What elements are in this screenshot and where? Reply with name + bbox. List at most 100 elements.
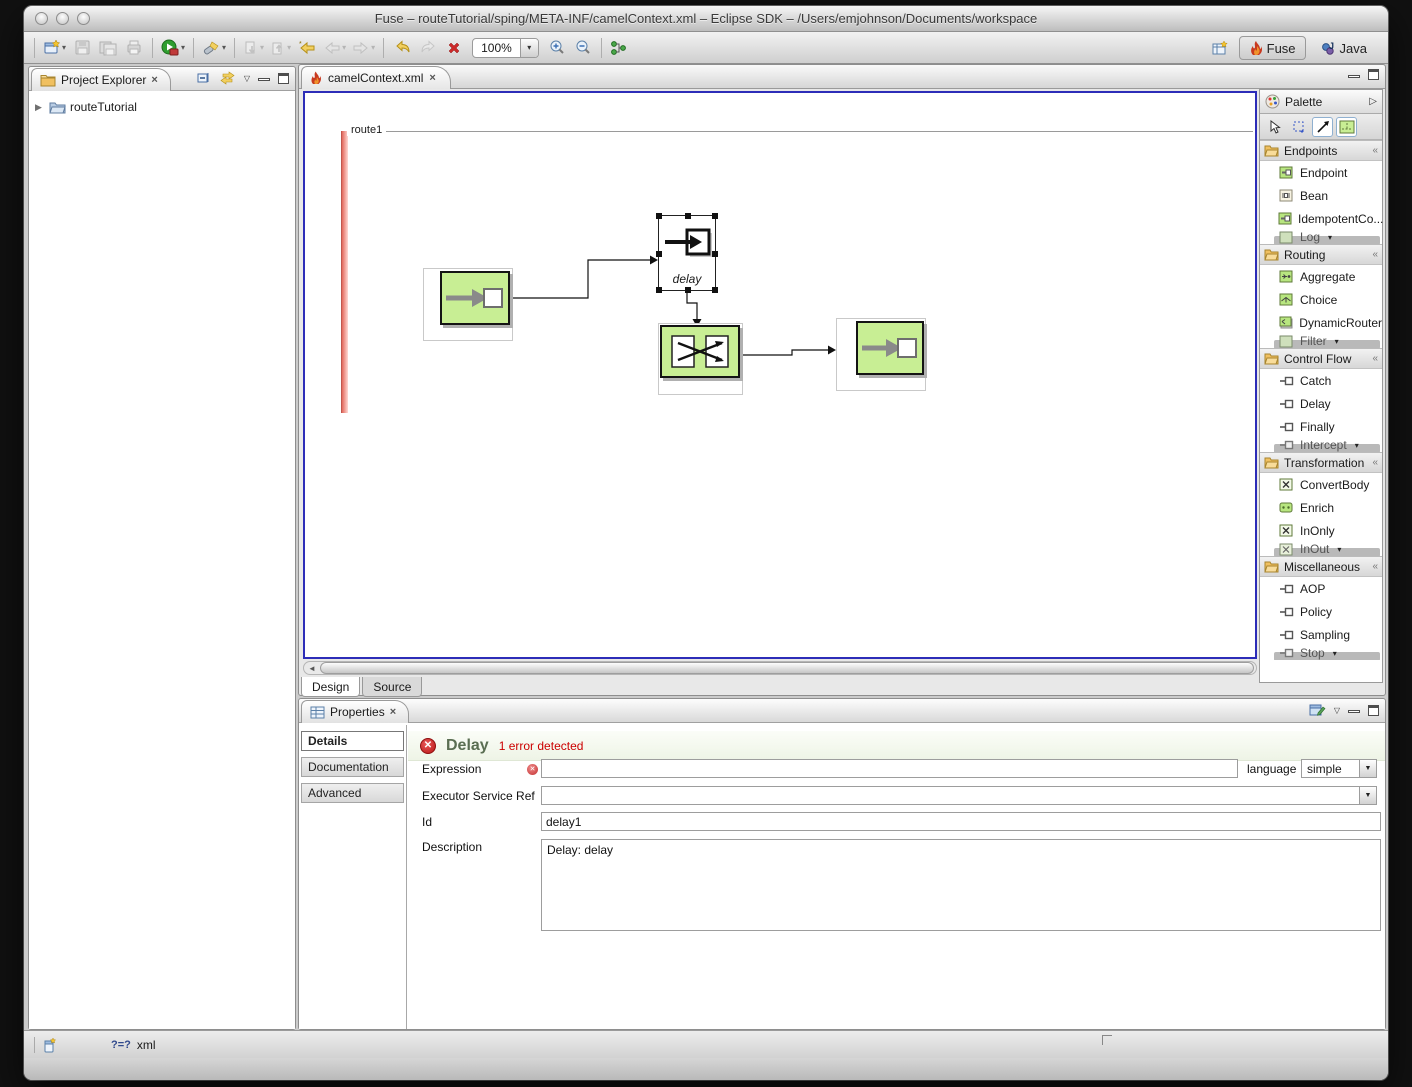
palette-section-transformation[interactable]: Transformation « [1260, 452, 1382, 473]
collapse-section-icon[interactable]: « [1372, 145, 1378, 156]
close-icon[interactable]: × [429, 72, 435, 84]
id-input[interactable] [541, 812, 1381, 831]
palette-item-finally[interactable]: Finally [1260, 415, 1382, 438]
canvas-horizontal-scrollbar[interactable]: ◄ [303, 661, 1257, 675]
close-icon[interactable]: × [390, 706, 396, 718]
tab-details[interactable]: Details [301, 731, 404, 751]
selection-handle[interactable] [656, 287, 662, 293]
palette-item-aop[interactable]: AOP [1260, 577, 1382, 600]
zoom-level-combo[interactable]: 100% ▾ [472, 37, 539, 58]
selection-handle[interactable] [656, 213, 662, 219]
delay-node[interactable]: delay [656, 213, 718, 293]
palette-item-sampling[interactable]: Sampling [1260, 623, 1382, 646]
selection-handle[interactable] [685, 213, 691, 219]
next-annotation-dropdown[interactable]: ▾ [260, 43, 264, 52]
palette-item-bean[interactable]: Bean [1260, 184, 1382, 207]
collapse-section-icon[interactable]: « [1372, 353, 1378, 364]
marquee-tool-button[interactable] [1288, 117, 1309, 137]
palette-header[interactable]: Palette ▷ [1260, 90, 1382, 114]
print-button[interactable] [122, 36, 146, 60]
palette-item-aggregate[interactable]: Aggregate [1260, 265, 1382, 288]
tab-design[interactable]: Design [301, 677, 361, 697]
maximize-view-icon[interactable] [1368, 704, 1379, 716]
palette-item-enrich[interactable]: Enrich [1260, 496, 1382, 519]
palette-item-stop[interactable]: Stop ▾ [1260, 646, 1382, 660]
search-dropdown[interactable]: ▾ [222, 43, 226, 52]
executor-combo[interactable]: ▼ [541, 786, 1377, 805]
properties-tab[interactable]: Properties × [301, 700, 410, 723]
scroll-down-icon[interactable]: ▾ [1328, 233, 1332, 242]
delete-button[interactable] [442, 36, 466, 60]
route-editor-button[interactable] [608, 36, 632, 60]
forward-button[interactable]: ▾ [350, 36, 377, 60]
palette-item-inout[interactable]: InOut ▾ [1260, 542, 1382, 556]
route-canvas[interactable]: route1 delay [303, 91, 1257, 659]
run-dropdown[interactable]: ▾ [181, 43, 185, 52]
search-button[interactable]: ▾ [200, 36, 228, 60]
palette-item-policy[interactable]: Policy [1260, 600, 1382, 623]
new-wizard-dropdown[interactable]: ▾ [62, 43, 66, 52]
project-explorer-tab[interactable]: Project Explorer × [31, 68, 171, 91]
previous-annotation-button[interactable]: ▾ [268, 36, 293, 60]
view-menu-icon[interactable]: ▽ [244, 74, 250, 83]
editor-tab-camelcontext[interactable]: camelContext.xml × [301, 66, 451, 89]
minimize-editor-icon[interactable] [1348, 74, 1360, 78]
palette-pin-icon[interactable]: ▷ [1369, 96, 1377, 107]
save-button[interactable] [70, 36, 94, 60]
zoom-out-button[interactable] [571, 36, 595, 60]
palette-section-miscellaneous[interactable]: Miscellaneous « [1260, 556, 1382, 577]
palette-item-idempotentconsumer[interactable]: IdempotentCo... [1260, 207, 1383, 230]
scroll-down-icon[interactable]: ▾ [1355, 441, 1359, 450]
collapse-section-icon[interactable]: « [1372, 249, 1378, 260]
fast-view-icon[interactable] [43, 1037, 57, 1053]
selection-handle[interactable] [712, 251, 718, 257]
back-dropdown[interactable]: ▾ [342, 43, 346, 52]
previous-annotation-dropdown[interactable]: ▾ [287, 43, 291, 52]
tab-documentation[interactable]: Documentation [301, 757, 404, 777]
view-menu-icon[interactable]: ▽ [1334, 706, 1340, 715]
save-all-button[interactable] [96, 36, 120, 60]
palette-item-catch[interactable]: Catch [1260, 369, 1382, 392]
connection-tool-button[interactable] [1312, 116, 1333, 137]
palette-item-convertbody[interactable]: ConvertBody [1260, 473, 1382, 496]
selection-handle[interactable] [685, 287, 691, 293]
endpoint-start-node[interactable] [440, 271, 510, 325]
maximize-view-icon[interactable] [278, 72, 289, 84]
tree-item-routeTutorial[interactable]: ▶ routeTutorial [35, 97, 295, 117]
new-wizard-button[interactable]: ▾ [41, 36, 68, 60]
chevron-down-icon[interactable]: ▼ [1359, 760, 1376, 777]
scroll-down-icon[interactable]: ▾ [1335, 337, 1339, 346]
scroll-left-icon[interactable]: ◄ [304, 664, 320, 673]
palette-item-filter[interactable]: Filter ▾ [1260, 334, 1382, 348]
tab-source[interactable]: Source [362, 677, 423, 697]
close-icon[interactable]: × [151, 74, 157, 86]
scroll-down-icon[interactable]: ▾ [1333, 649, 1337, 658]
open-perspective-button[interactable] [1209, 36, 1233, 60]
palette-section-routing[interactable]: Routing « [1260, 244, 1382, 265]
exchange-node[interactable] [660, 325, 740, 378]
palette-section-control-flow[interactable]: Control Flow « [1260, 348, 1382, 369]
back-button[interactable]: ▾ [321, 36, 348, 60]
scroll-down-icon[interactable]: ▾ [1337, 545, 1341, 554]
selection-handle[interactable] [656, 251, 662, 257]
zoom-level-dropdown[interactable]: ▾ [519, 38, 538, 57]
collapse-all-icon[interactable] [196, 71, 211, 85]
collapse-section-icon[interactable]: « [1372, 561, 1378, 572]
selection-handle[interactable] [712, 213, 718, 219]
last-edit-location-button[interactable]: * [295, 36, 319, 60]
expand-arrow-icon[interactable]: ▶ [35, 102, 45, 113]
selection-handle[interactable] [712, 287, 718, 293]
minimize-view-icon[interactable] [258, 78, 270, 81]
container-tool-button[interactable] [1336, 116, 1357, 137]
expression-input[interactable] [541, 759, 1238, 778]
link-with-editor-icon[interactable] [219, 71, 236, 85]
palette-item-log[interactable]: Log ▾ [1260, 230, 1382, 244]
run-button[interactable]: ▾ [159, 36, 187, 60]
select-tool-button[interactable] [1264, 117, 1285, 137]
palette-section-endpoints[interactable]: Endpoints « [1260, 140, 1382, 161]
scrollbar-thumb[interactable] [320, 662, 1254, 674]
minimize-view-icon[interactable] [1348, 710, 1360, 713]
palette-item-delay[interactable]: Delay [1260, 392, 1382, 415]
chevron-down-icon[interactable]: ▼ [1359, 787, 1376, 804]
perspective-java-button[interactable]: J Java [1312, 36, 1376, 60]
